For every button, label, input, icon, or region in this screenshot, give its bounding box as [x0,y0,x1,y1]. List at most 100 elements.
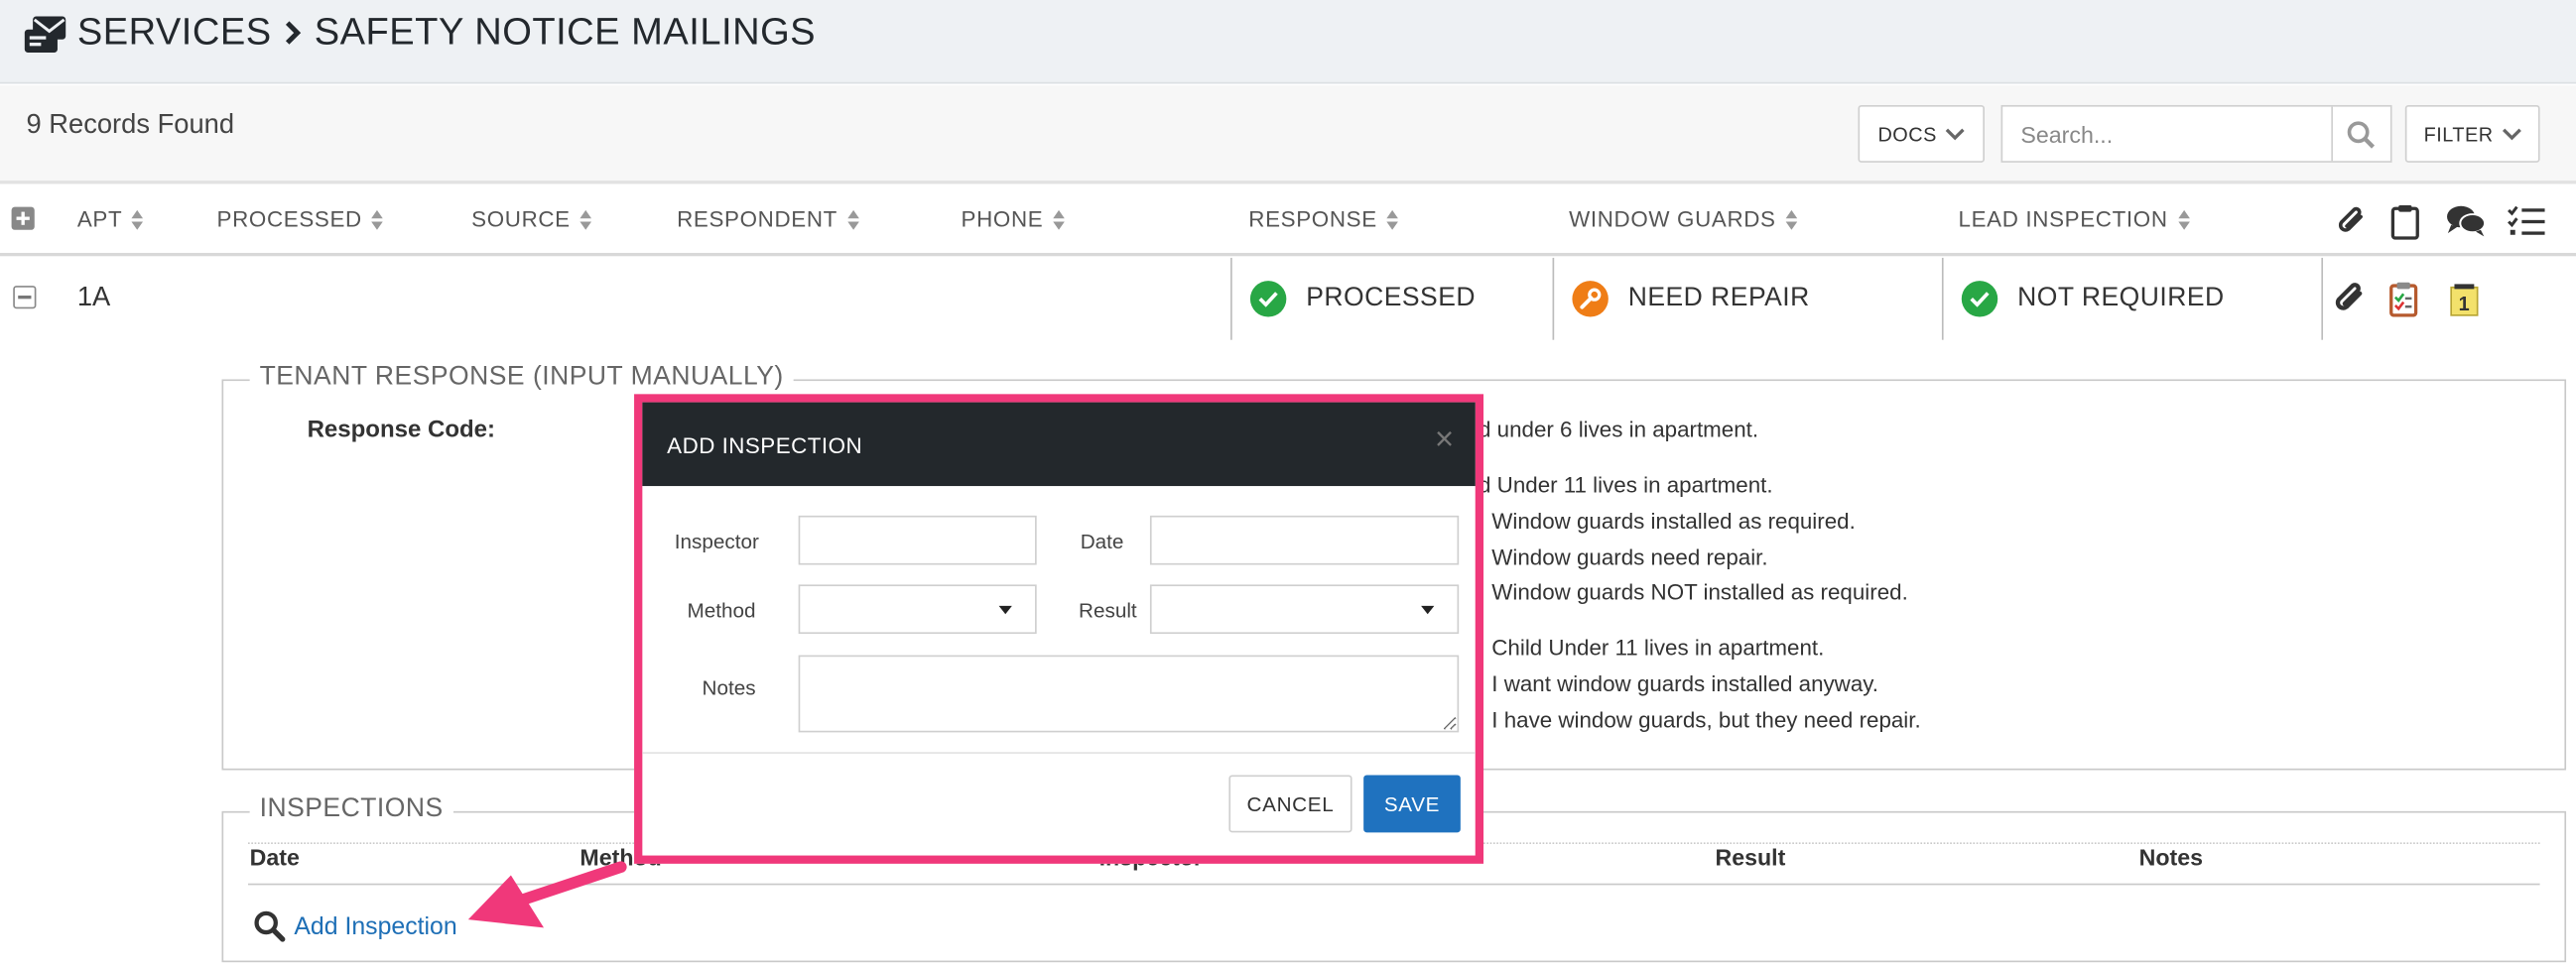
method-select[interactable] [798,584,1037,635]
response-code-label: Response Code: [307,417,496,444]
column-label: SOURCE [471,206,571,232]
checklist-icon[interactable] [2507,203,2546,239]
collapse-row-icon[interactable] [13,286,37,309]
search-box [2000,104,2392,163]
column-source[interactable]: SOURCE [471,206,592,232]
modal-divider [642,752,1476,754]
search-input[interactable] [2002,106,2333,162]
table-row[interactable]: 1A PROCESSED NEED REPAIR NOT REQUIRED 1 [0,257,2576,340]
app-screen: SERVICES SAFETY NOTICE MAILINGS 9 Record… [0,0,2576,965]
column-apt[interactable]: APT [76,206,144,232]
result-select[interactable] [1149,584,1460,635]
response-option: ild Under 11 lives in apartment. [1469,472,1773,498]
response-cell: PROCESSED [1230,257,1552,340]
page-title: SAFETY NOTICE MAILINGS [314,9,817,53]
clipboard-icon[interactable] [2388,281,2418,317]
column-label: APT [76,206,123,232]
column-response[interactable]: RESPONSE [1248,206,1399,232]
save-button[interactable]: SAVE [1363,775,1461,833]
caret-down-icon [1421,605,1435,615]
column-processed[interactable]: PROCESSED [216,206,384,232]
inspections-column-notes: Notes [2138,843,2204,871]
window-guards-status: NEED REPAIR [1627,284,1810,312]
caret-down-icon [998,605,1012,615]
modal-title: ADD INSPECTION [667,433,863,458]
cancel-button[interactable]: CANCEL [1228,775,1352,833]
breadcrumb: SERVICES SAFETY NOTICE MAILINGS [77,10,816,55]
close-icon[interactable]: × [1435,424,1454,456]
add-inspection-link[interactable]: Add Inspection [253,909,457,942]
column-phone[interactable]: PHONE [961,206,1065,232]
sort-icon [846,209,859,229]
column-label: PROCESSED [216,206,362,232]
inspections-legend: INSPECTIONS [249,794,453,825]
inspections-column-date: Date [249,843,300,871]
response-option: Window guards installed as required. [1491,509,1856,535]
sort-icon [1053,209,1065,229]
paperclip-icon[interactable] [2331,279,2371,318]
inspections-column-result: Result [1715,843,1786,871]
date-input[interactable] [1151,517,1458,563]
page-header: SERVICES SAFETY NOTICE MAILINGS [0,0,2576,84]
response-option: Child Under 11 lives in apartment. [1491,635,1825,661]
inspector-label: Inspector [674,530,759,553]
divider [247,883,2540,886]
column-window-guards[interactable]: WINDOW GUARDS [1569,207,1798,231]
filter-dropdown-button[interactable]: FILTER [2404,104,2540,163]
breadcrumb-section[interactable]: SERVICES [77,10,272,55]
column-label: PHONE [961,206,1044,232]
sticky-note-icon[interactable]: 1 [2450,283,2480,317]
filter-label: FILTER [2423,122,2494,146]
docs-dropdown-button[interactable]: DOCS [1858,104,1985,163]
date-field[interactable] [1149,515,1460,565]
response-option: I have window guards, but they need repa… [1491,707,1921,733]
notes-label: Notes [702,676,756,700]
method-label: Method [687,599,756,623]
column-lead-inspection[interactable]: LEAD INSPECTION [1958,206,2190,232]
comments-icon[interactable] [2446,203,2486,239]
sort-icon [1785,209,1798,229]
search-icon [253,909,286,942]
check-circle-icon [1249,281,1287,317]
response-option: ild under 6 lives in apartment. [1469,417,1759,442]
toolbar: 9 Records Found DOCS FILTER [0,85,2576,184]
table-header: APT PROCESSED SOURCE RESPONDENT PHONE RE… [0,186,2576,257]
response-status: PROCESSED [1306,284,1477,312]
result-label: Result [1079,599,1137,623]
inspector-field[interactable] [798,515,1037,565]
notes-textarea[interactable] [800,657,1458,731]
clipboard-icon[interactable] [2390,203,2420,240]
svg-text:1: 1 [2459,294,2471,315]
sort-icon [580,209,592,229]
column-label: LEAD INSPECTION [1958,206,2168,232]
notes-field[interactable] [798,655,1460,733]
paperclip-icon[interactable] [2335,203,2371,239]
column-label: RESPONSE [1248,206,1377,232]
sort-icon [371,209,384,229]
check-circle-icon [1961,281,1998,317]
modal-header: ADD INSPECTION × [642,402,1476,487]
chevron-down-icon [2502,127,2521,140]
apt-cell: 1A [76,282,111,312]
lead-inspection-cell: NOT REQUIRED [1941,257,2321,340]
column-respondent[interactable]: RESPONDENT [677,206,859,232]
lead-inspection-status: NOT REQUIRED [2017,284,2225,312]
sort-icon [1386,209,1399,229]
column-label: RESPONDENT [677,206,837,232]
expand-all-icon[interactable] [11,206,35,230]
response-option: Window guards need repair. [1491,544,1768,570]
records-count: 9 Records Found [26,109,235,140]
sort-icon [132,209,144,229]
add-inspection-label: Add Inspection [294,911,457,940]
add-inspection-modal: ADD INSPECTION × Inspector Date Method R… [634,394,1484,864]
search-icon[interactable] [2346,120,2376,150]
date-label: Date [1080,530,1124,553]
tenant-response-legend: TENANT RESPONSE (INPUT MANUALLY) [249,362,794,393]
sort-icon [2177,209,2190,229]
wrench-icon [1572,281,1609,317]
chevron-right-icon [282,16,305,49]
inspector-input[interactable] [800,517,1036,563]
window-guards-cell: NEED REPAIR [1552,257,1942,340]
row-actions: 1 [2321,257,2576,340]
response-option: Window guards NOT installed as required. [1491,579,1908,605]
